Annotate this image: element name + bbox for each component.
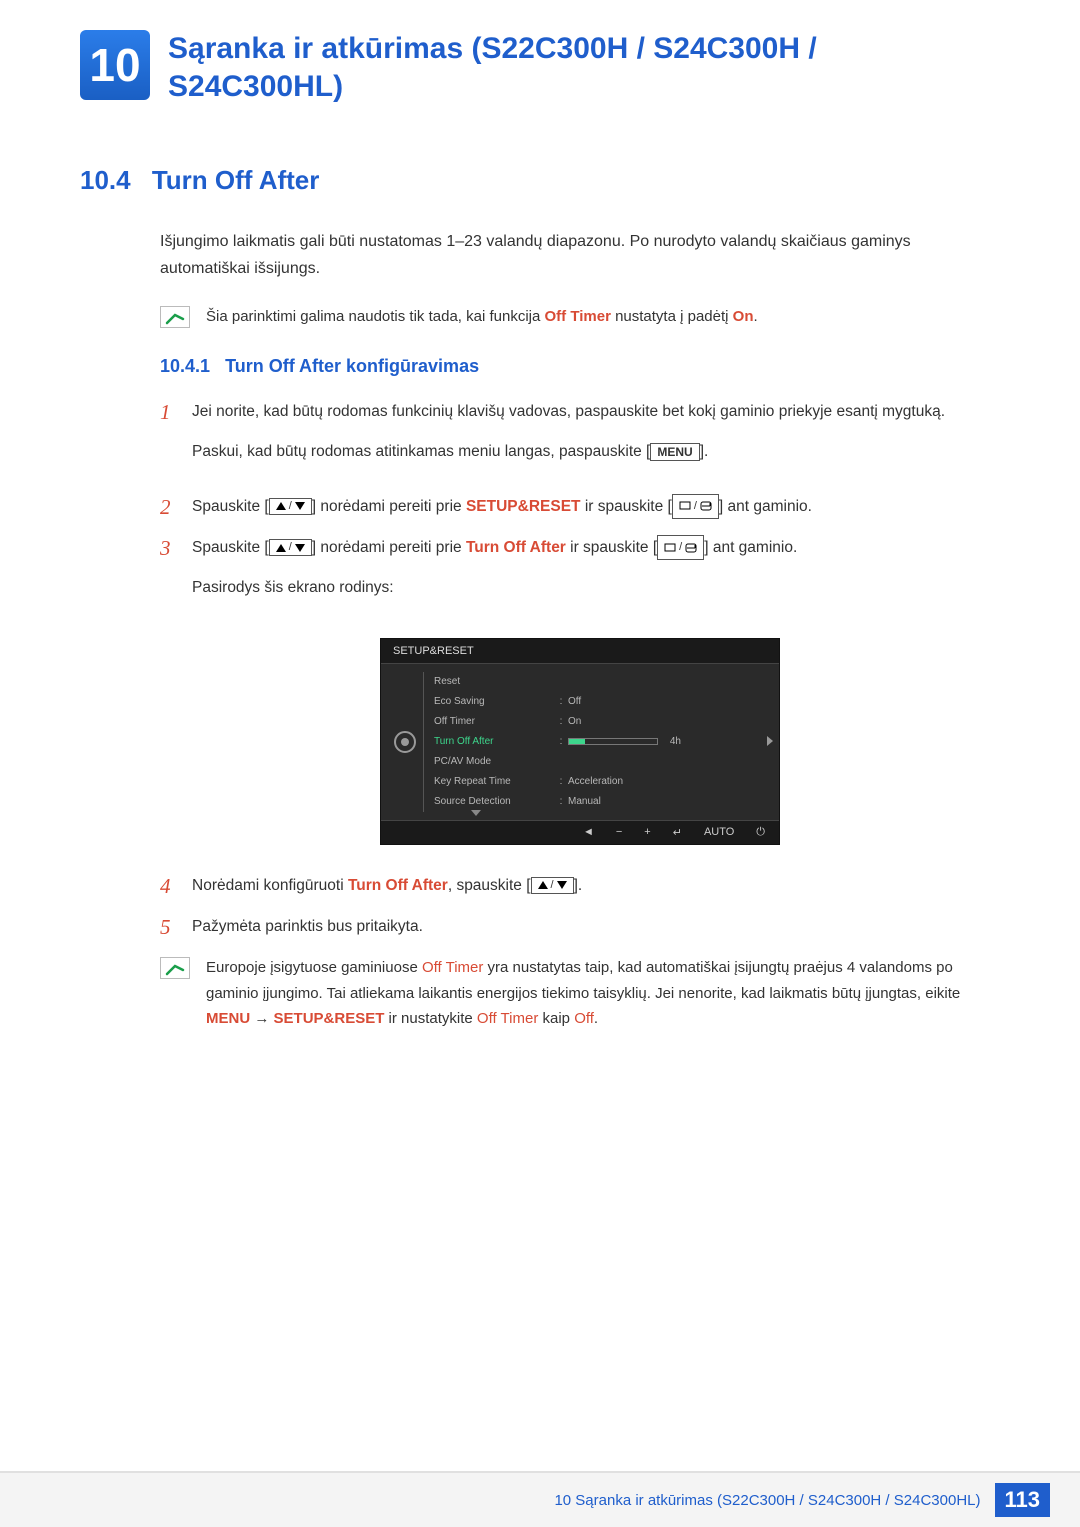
osd-auto-label: AUTO <box>704 826 734 838</box>
step-2: 2 Spauskite [/] norėdami pereiti prie SE… <box>160 494 1000 521</box>
osd-minus-icon: − <box>616 826 622 838</box>
step-number: 5 <box>160 914 192 941</box>
osd-panel: SETUP&RESET Reset Eco Saving : Off Off T <box>380 638 780 845</box>
chapter-header: 10 Sąranka ir atkūrimas (S22C300H / S24C… <box>80 30 1000 105</box>
up-down-icon: / <box>269 498 312 515</box>
note-text-2: Europoje įsigytuose gaminiuose Off Timer… <box>206 955 1000 1032</box>
step-1: 1 Jei norite, kad būtų rodomas funkcinių… <box>160 399 1000 480</box>
osd-power-icon: ⏻ <box>756 826 765 839</box>
osd-title: SETUP&RESET <box>381 639 779 664</box>
osd-gear-icon <box>387 672 423 812</box>
page-footer: 10 Sąranka ir atkūrimas (S22C300H / S24C… <box>0 1471 1080 1527</box>
step-body: Pažymėta parinktis bus pritaikyta. <box>192 914 1000 940</box>
step-body: Norėdami konfigūruoti Turn Off After, sp… <box>192 873 1000 899</box>
osd-row: Reset <box>434 672 769 692</box>
osd-right-arrow-icon <box>767 736 773 746</box>
footer-text: 10 Sąranka ir atkūrimas (S22C300H / S24C… <box>554 1492 980 1509</box>
step-number: 4 <box>160 873 192 900</box>
osd-row: Source Detection : Manual <box>434 792 769 812</box>
osd-row: Eco Saving : Off <box>434 692 769 712</box>
note-text-1: Šia parinktimi galima naudotis tik tada,… <box>206 304 758 330</box>
osd-row-active: Turn Off After : 4h <box>434 732 769 752</box>
subsection-heading: 10.4.1 Turn Off After konfigūravimas <box>160 356 1000 377</box>
osd-footer: ◄ − + ↵ AUTO ⏻ <box>381 820 779 844</box>
chapter-title: Sąranka ir atkūrimas (S22C300H / S24C300… <box>168 30 1000 105</box>
step-3: 3 Spauskite [/] norėdami pereiti prie Tu… <box>160 535 1000 616</box>
enter-source-icon: / <box>657 535 704 560</box>
enter-source-icon: / <box>672 494 719 519</box>
step-number: 1 <box>160 399 192 426</box>
chapter-number-badge: 10 <box>80 30 150 100</box>
note-block-2: Europoje įsigytuose gaminiuose Off Timer… <box>160 955 1000 1032</box>
step-body: Spauskite [/] norėdami pereiti prie SETU… <box>192 494 1000 520</box>
up-down-icon: / <box>531 877 574 894</box>
osd-slider: 4h <box>568 738 658 745</box>
note-block-1: Šia parinktimi galima naudotis tik tada,… <box>160 304 1000 330</box>
osd-down-indicator-icon <box>471 810 481 816</box>
up-down-icon: / <box>269 539 312 556</box>
osd-row: PC/AV Mode <box>434 752 769 772</box>
section-title: Turn Off After <box>152 165 320 195</box>
note-icon <box>160 957 190 979</box>
note-icon <box>160 306 190 328</box>
menu-button-label: MENU <box>650 443 699 460</box>
step-4: 4 Norėdami konfigūruoti Turn Off After, … <box>160 873 1000 900</box>
step-body: Jei norite, kad būtų rodomas funkcinių k… <box>192 399 1000 480</box>
section-number: 10.4 <box>80 165 131 195</box>
step-5: 5 Pažymėta parinktis bus pritaikyta. <box>160 914 1000 941</box>
osd-row: Key Repeat Time : Acceleration <box>434 772 769 792</box>
osd-enter-icon: ↵ <box>673 826 682 839</box>
footer-page-number: 113 <box>995 1483 1051 1517</box>
osd-row: Off Timer : On <box>434 712 769 732</box>
osd-plus-icon: + <box>644 826 650 838</box>
subsection-number: 10.4.1 <box>160 356 210 376</box>
section-intro: Išjungimo laikmatis gali būti nustatomas… <box>160 228 1000 282</box>
step-body: Spauskite [/] norėdami pereiti prie Turn… <box>192 535 1000 616</box>
step-number: 3 <box>160 535 192 562</box>
step-number: 2 <box>160 494 192 521</box>
subsection-title: Turn Off After konfigūravimas <box>225 356 479 376</box>
osd-back-icon: ◄ <box>583 826 594 838</box>
section-heading: 10.4 Turn Off After <box>80 165 1000 196</box>
